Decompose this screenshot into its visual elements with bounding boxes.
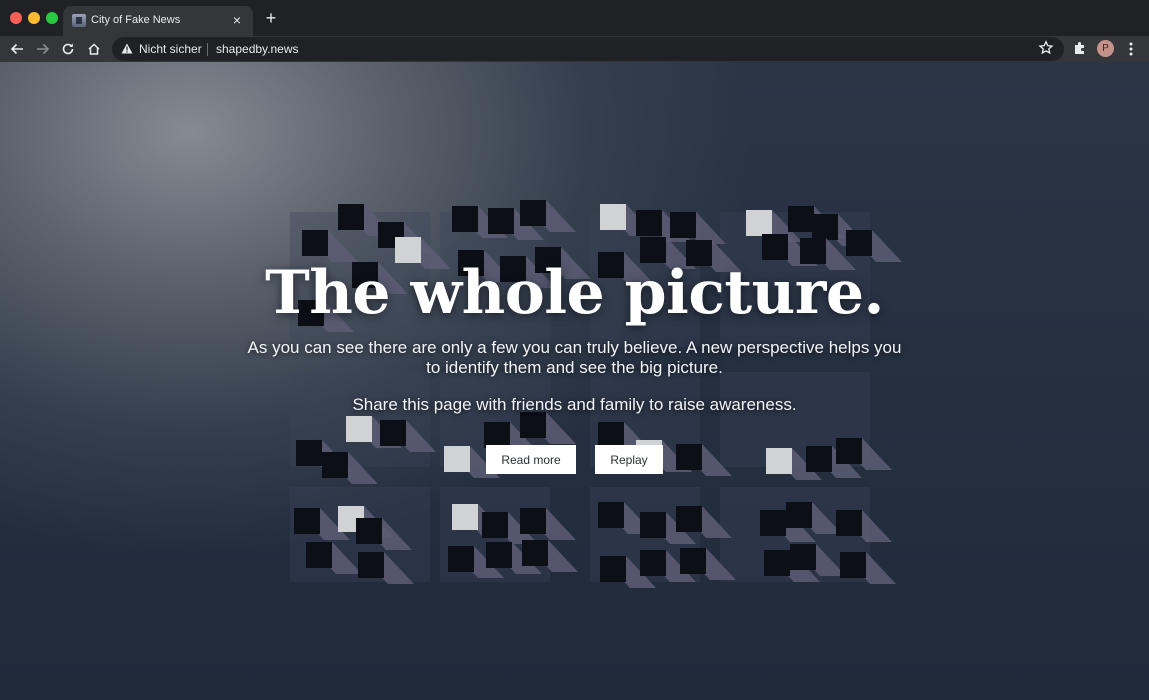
page-viewport: The whole picture. As you can see there …	[0, 62, 1149, 700]
pillar-top	[306, 542, 332, 568]
browser-window: City of Fake News × + Nicht sicher shape…	[0, 0, 1149, 700]
pillar-top	[346, 416, 372, 442]
pillar-top	[762, 234, 788, 260]
pillar-top	[520, 508, 546, 534]
pillar-top	[598, 502, 624, 528]
pillar-top	[764, 550, 790, 576]
pillar-top	[452, 206, 478, 232]
pillar-top	[520, 200, 546, 226]
pillar-top	[452, 504, 478, 530]
forward-arrow-icon[interactable]	[33, 39, 53, 59]
replay-button[interactable]: Replay	[595, 445, 663, 474]
read-more-button[interactable]: Read more	[486, 445, 576, 474]
pillar-top	[786, 502, 812, 528]
pillar-top	[676, 506, 702, 532]
pillar-top	[520, 412, 546, 438]
pillar-top	[488, 208, 514, 234]
pillar-top	[486, 542, 512, 568]
pillar-top	[640, 512, 666, 538]
pillar-top	[790, 544, 816, 570]
pillar-top	[448, 546, 474, 572]
share-text: Share this page with friends and family …	[352, 395, 797, 414]
hero-buttons: Read more Replay	[0, 445, 1149, 475]
pillar-top	[294, 508, 320, 534]
window-close-button[interactable]	[10, 12, 22, 24]
extensions-icon[interactable]	[1072, 40, 1088, 56]
reload-icon[interactable]	[58, 39, 78, 59]
page-title: The whole picture.	[265, 258, 884, 328]
pillar-top	[482, 512, 508, 538]
pillar-top	[600, 556, 626, 582]
pillar-top	[680, 548, 706, 574]
window-maximize-button[interactable]	[46, 12, 58, 24]
pillar-top	[846, 230, 872, 256]
pillar-top	[760, 510, 786, 536]
new-tab-button[interactable]: +	[262, 9, 280, 27]
pillar-top	[746, 210, 772, 236]
pillar-top	[358, 552, 384, 578]
tab-active[interactable]: City of Fake News ×	[63, 6, 253, 36]
security-status-label[interactable]: Nicht sicher	[139, 42, 202, 56]
pillar-top	[840, 552, 866, 578]
profile-avatar[interactable]: P	[1097, 40, 1114, 57]
pillar-top	[380, 420, 406, 446]
window-minimize-button[interactable]	[28, 12, 40, 24]
url-text[interactable]: shapedby.news	[216, 42, 299, 56]
address-bar[interactable]: Nicht sicher shapedby.news	[112, 37, 1064, 61]
kebab-menu-icon[interactable]	[1125, 40, 1137, 58]
tab-close-icon[interactable]: ×	[229, 12, 245, 28]
tab-strip: City of Fake News × +	[0, 0, 1149, 36]
lead-text: As you can see there are only a few you …	[247, 338, 902, 377]
pillar-top	[670, 212, 696, 238]
home-icon[interactable]	[84, 39, 104, 59]
tab-title: City of Fake News	[91, 14, 181, 26]
back-arrow-icon[interactable]	[7, 39, 27, 59]
pillar-top	[338, 204, 364, 230]
pillar-top	[636, 210, 662, 236]
pillar-top	[640, 550, 666, 576]
pillar-top	[522, 540, 548, 566]
favicon-icon	[72, 14, 86, 27]
pillar-top	[812, 214, 838, 240]
omnibox-divider	[207, 43, 208, 56]
warning-icon[interactable]	[121, 43, 133, 54]
pillar-top	[788, 206, 814, 232]
pillar-top	[302, 230, 328, 256]
pillar-top	[836, 510, 862, 536]
toolbar: Nicht sicher shapedby.news	[0, 36, 1149, 62]
hero: The whole picture. As you can see there …	[0, 258, 1149, 415]
pillar-top	[600, 204, 626, 230]
pillar-top	[356, 518, 382, 544]
star-icon[interactable]	[1038, 40, 1054, 56]
